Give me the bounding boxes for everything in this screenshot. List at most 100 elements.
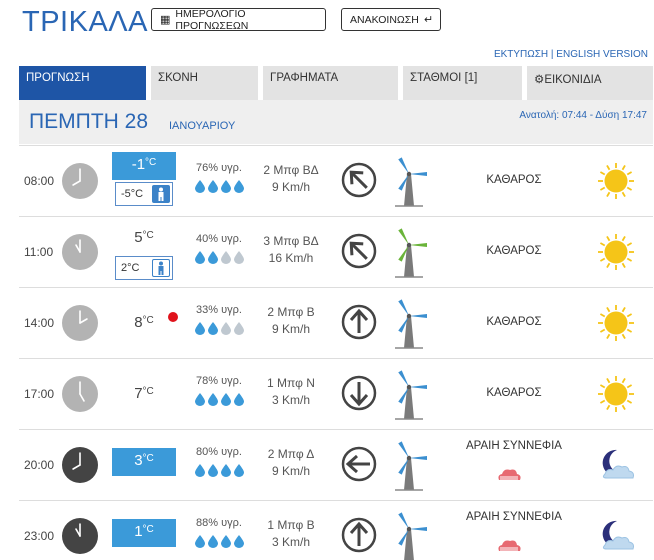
humidity-drops: [189, 464, 249, 482]
water-drop-icon: [207, 180, 218, 198]
hour-label: 11:00: [24, 245, 54, 259]
wind-beaufort: 1 Μπφ Β: [267, 518, 315, 532]
print-english-links[interactable]: ΕΚΤΥΠΩΣΗ | ENGLISH VERSION: [494, 49, 648, 60]
water-drop-icon: [207, 322, 218, 340]
forecast-row: 11:00 5°C 2°C 40% υγρ. 3 Μπφ ΒΔ 16 Km/h: [19, 216, 653, 287]
temperature-unit: °C: [142, 524, 154, 535]
wind-direction-arrow-icon: [341, 304, 377, 340]
announcement-button[interactable]: ΑΝΑΚΟΙΝΩΣΗ ↵: [341, 8, 441, 31]
water-drop-icon: [220, 464, 231, 482]
temperature-value: -1°C: [112, 152, 176, 180]
temperature-value: 3°C: [112, 448, 176, 476]
water-drop-icon: [207, 464, 218, 482]
person-icon: [152, 259, 170, 277]
sun-icon: [595, 302, 637, 344]
feels-like-value: -5°C: [121, 188, 144, 200]
humidity-cell: 80% υγρ.: [189, 446, 249, 482]
water-drop-icon: [207, 393, 218, 411]
water-drop-icon: [207, 535, 218, 553]
forecast-row: 14:00 8°C 33% υγρ. 2 Μπφ Β 9 Km/h ΚΑΘΑΡΟ…: [19, 287, 653, 358]
temperature-value: 8°C: [112, 314, 176, 331]
clock-icon: [61, 375, 99, 413]
arrow-turn-icon: ↵: [423, 14, 434, 26]
wind-speed: 9 Km/h: [271, 180, 310, 194]
humidity-value: 80% υγρ.: [196, 446, 242, 458]
tab-forecast[interactable]: ΠΡΟΓΝΩΣΗ: [19, 66, 146, 100]
humidity-drops: [189, 535, 249, 553]
wind-turbine-icon: [389, 225, 429, 279]
calendar-icon: ▦: [160, 14, 171, 26]
wind-cell: 3 Μπφ ΒΔ 16 Km/h: [251, 233, 331, 267]
tab-icons[interactable]: ⚙ΕΙΚΟΝΙΔΙΑ: [527, 66, 653, 100]
calendar-button[interactable]: ▦ ΗΜΕΡΟΛΟΓΙΟ ΠΡΟΓΝΩΣΕΩΝ: [151, 8, 326, 32]
water-drop-icon: [194, 393, 205, 411]
water-drop-icon: [233, 464, 244, 482]
wind-speed: 9 Km/h: [271, 322, 310, 336]
hour-label: 20:00: [24, 458, 55, 472]
city-title: ΤΡΙΚΑΛΑ: [22, 6, 149, 38]
water-drop-icon: [207, 251, 218, 269]
sky-condition: ΚΑΘΑΡΟΣ: [486, 245, 542, 257]
humidity-drops: [189, 322, 249, 340]
rain-cloud-icon: [496, 537, 522, 560]
sky-condition: ΚΑΘΑΡΟΣ: [486, 387, 542, 399]
clock-icon: [61, 304, 99, 342]
person-icon: [152, 185, 170, 203]
sky-condition: ΚΑΘΑΡΟΣ: [486, 316, 542, 328]
feels-like-box: 2°C: [115, 256, 173, 280]
water-drop-icon: [194, 322, 205, 340]
wind-beaufort: 2 Μπφ Β: [267, 305, 315, 319]
humidity-drops: [189, 180, 249, 198]
wind-turbine-icon: [389, 367, 429, 421]
rain-cloud-icon: [496, 466, 522, 489]
temperature-number: 8: [134, 314, 143, 331]
temperature-cell: 7°C: [112, 365, 176, 423]
clock-icon: [61, 446, 99, 484]
humidity-cell: 76% υγρ.: [189, 162, 249, 198]
water-drop-icon: [220, 535, 231, 553]
temperature-number: 1: [134, 523, 143, 540]
wind-beaufort: 2 Μπφ Δ: [267, 447, 315, 461]
wind-cell: 1 Μπφ Ν 3 Km/h: [251, 375, 331, 409]
wind-direction-arrow-icon: [341, 233, 377, 269]
temperature-value: 7°C: [112, 385, 176, 402]
wind-turbine-icon: [389, 509, 429, 560]
temperature-unit: °C: [142, 453, 154, 464]
feels-like-value: 2°C: [121, 262, 140, 274]
water-drop-icon: [233, 180, 244, 198]
tab-charts[interactable]: ΓΡΑΦΗΜΑΤΑ: [263, 66, 398, 100]
humidity-value: 78% υγρ.: [196, 375, 242, 387]
temperature-number: -1: [131, 156, 146, 173]
tab-stations[interactable]: ΣΤΑΘΜΟΙ [1]: [403, 66, 522, 100]
day-header: ΠΕΜΠΤΗ 28 ΙΑΝΟΥΑΡΙΟΥ Ανατολή: 07:44 - Δύ…: [19, 100, 653, 144]
wind-beaufort: 1 Μπφ Ν: [267, 376, 315, 390]
wind-turbine-icon: [389, 154, 429, 208]
sky-condition: ΑΡΑΙΗ ΣΥΝΝΕΦΙΑ: [466, 511, 562, 523]
sun-icon: [595, 231, 637, 273]
wind-turbine-icon: [389, 438, 429, 492]
water-drop-icon: [194, 464, 205, 482]
forecast-row: 20:00 3°C 80% υγρ. 2 Μπφ Δ 9 Km/h ΑΡΑΙΗ …: [19, 429, 653, 500]
temperature-cell: 5°C 2°C: [112, 223, 176, 281]
wind-cell: 1 Μπφ Β 3 Km/h: [251, 517, 331, 551]
temperature-unit: °C: [142, 315, 154, 326]
wind-beaufort: 3 Μπφ ΒΔ: [263, 234, 319, 248]
water-drop-icon: [233, 322, 244, 340]
humidity-value: 88% υγρ.: [196, 517, 242, 529]
hour-label: 17:00: [24, 387, 55, 401]
water-drop-icon: [233, 251, 244, 269]
water-drop-icon: [220, 393, 231, 411]
wind-cell: 2 Μπφ Β 9 Km/h: [251, 304, 331, 338]
red-dot-icon: [168, 312, 178, 322]
sky-condition: ΑΡΑΙΗ ΣΥΝΝΕΦΙΑ: [466, 440, 562, 452]
wind-direction-arrow-icon: [341, 375, 377, 411]
temperature-value: 1°C: [112, 519, 176, 547]
day-name: ΠΕΜΠΤΗ 28: [29, 110, 149, 133]
day-month: ΙΑΝΟΥΑΡΙΟΥ: [169, 120, 236, 132]
humidity-cell: 78% υγρ.: [189, 375, 249, 411]
tab-dust[interactable]: ΣΚΟΝΗ: [151, 66, 258, 100]
clock-icon: [61, 517, 99, 555]
sun-icon: [595, 373, 637, 415]
water-drop-icon: [194, 535, 205, 553]
water-drop-icon: [194, 251, 205, 269]
